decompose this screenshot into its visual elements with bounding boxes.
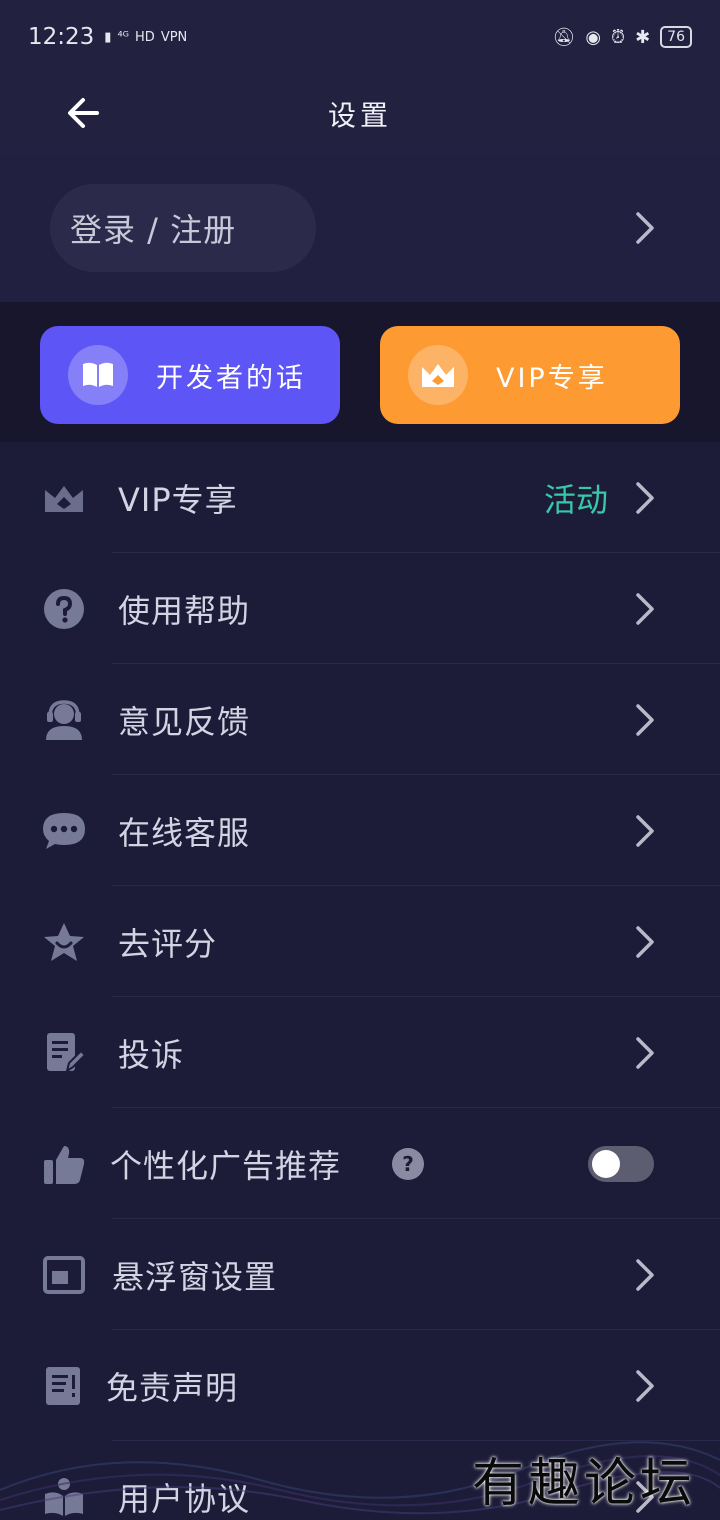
status-icons: 🔕︎ ◉ ⏰︎ ✱ 76 bbox=[552, 26, 692, 48]
menu-item-disclaimer[interactable]: 免责声明 bbox=[0, 1330, 720, 1441]
menu-item-feedback[interactable]: 意见反馈 bbox=[0, 664, 720, 775]
menu-label: 免责声明 bbox=[106, 1368, 239, 1407]
menu-label: 意见反馈 bbox=[118, 702, 251, 741]
book-icon bbox=[68, 345, 128, 405]
bell-off-icon: 🔕︎ bbox=[552, 26, 576, 48]
menu-item-vip[interactable]: VIP专享 活动 bbox=[0, 442, 720, 553]
menu-item-customer-service[interactable]: 在线客服 bbox=[0, 775, 720, 886]
menu-label: VIP专享 bbox=[118, 480, 238, 519]
document-edit-icon bbox=[40, 1029, 88, 1077]
menu-label: 用户协议 bbox=[118, 1479, 251, 1518]
watermark-logo: 有趣论坛 bbox=[471, 1454, 696, 1514]
menu-item-floating-window[interactable]: 悬浮窗设置 bbox=[0, 1219, 720, 1330]
battery-icon: 76 bbox=[660, 26, 692, 48]
feature-cards: 开发者的话 VIP专享 bbox=[0, 302, 720, 442]
status-network: ▮ ⁴ᴳ HD VPN bbox=[104, 30, 187, 45]
menu-label: 投诉 bbox=[118, 1035, 185, 1074]
menu-item-complaint[interactable]: 投诉 bbox=[0, 997, 720, 1108]
network-4g-label: ⁴ᴳ bbox=[117, 29, 130, 45]
info-question-icon[interactable]: ? bbox=[392, 1147, 424, 1180]
menu-label: 在线客服 bbox=[118, 813, 251, 852]
network-hd-label: HD bbox=[135, 29, 155, 45]
chevron-right-icon bbox=[636, 926, 654, 958]
chevron-right-icon bbox=[636, 1037, 654, 1069]
settings-menu: VIP专享 活动 使用帮助 意见反馈 在线客服 去评分 投诉 个性化广告推荐 ?… bbox=[0, 442, 720, 1520]
signal-icon: ▮ bbox=[104, 29, 112, 45]
user-agreement-icon bbox=[40, 1473, 88, 1520]
status-time: 12:23 bbox=[28, 24, 95, 50]
menu-label: 去评分 bbox=[118, 924, 218, 963]
chevron-right-icon bbox=[636, 1370, 654, 1402]
developer-note-card[interactable]: 开发者的话 bbox=[40, 326, 340, 424]
chat-bubble-icon bbox=[40, 807, 88, 855]
chevron-right-icon bbox=[636, 1259, 654, 1291]
status-bar: 12:23 ▮ ⁴ᴳ HD VPN 🔕︎ ◉ ⏰︎ ✱ 76 bbox=[0, 0, 720, 74]
login-register-button[interactable]: 登录 / 注册 bbox=[50, 184, 316, 272]
alarm-icon: ⏰︎ bbox=[611, 26, 626, 48]
network-vpn-label: VPN bbox=[160, 29, 188, 45]
bluetooth-icon: ✱ bbox=[635, 26, 651, 48]
vip-card[interactable]: VIP专享 bbox=[380, 326, 680, 424]
headset-user-icon bbox=[40, 696, 88, 744]
chevron-right-icon bbox=[636, 593, 654, 625]
menu-item-rate[interactable]: 去评分 bbox=[0, 886, 720, 997]
toggle-knob bbox=[592, 1149, 620, 1178]
star-icon bbox=[40, 918, 88, 966]
notice-doc-icon bbox=[40, 1362, 88, 1410]
menu-label: 个性化广告推荐 bbox=[110, 1146, 342, 1185]
vip-crown-icon bbox=[40, 474, 88, 522]
app-header: 设置 bbox=[0, 74, 720, 154]
chevron-right-icon bbox=[636, 704, 654, 736]
chevron-right-icon bbox=[636, 212, 654, 244]
vip-card-label: VIP专享 bbox=[496, 362, 608, 394]
menu-item-help[interactable]: 使用帮助 bbox=[0, 553, 720, 664]
chevron-right-icon bbox=[636, 815, 654, 847]
crown-icon bbox=[408, 345, 468, 405]
chevron-right-icon bbox=[636, 482, 654, 514]
page-title: 设置 bbox=[327, 99, 392, 132]
developer-note-label: 开发者的话 bbox=[156, 362, 306, 394]
menu-label: 使用帮助 bbox=[118, 591, 251, 630]
floating-window-icon bbox=[40, 1251, 88, 1299]
personalized-ads-toggle[interactable] bbox=[588, 1145, 654, 1182]
menu-label: 悬浮窗设置 bbox=[112, 1257, 278, 1296]
menu-item-personalized-ads: 个性化广告推荐 ? bbox=[0, 1108, 720, 1219]
thumbs-up-icon bbox=[40, 1140, 88, 1188]
question-icon bbox=[40, 585, 88, 633]
login-row[interactable]: 登录 / 注册 bbox=[0, 154, 720, 302]
lock-rotation-icon: ◉ bbox=[585, 26, 602, 48]
activity-tag: 活动 bbox=[543, 480, 608, 519]
